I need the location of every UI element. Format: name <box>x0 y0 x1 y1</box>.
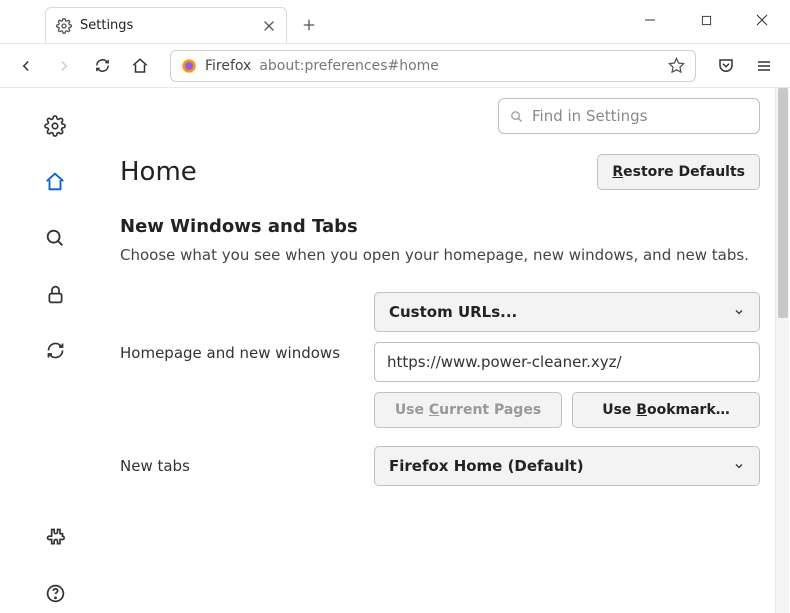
search-placeholder: Find in Settings <box>532 107 647 125</box>
page-title: Home <box>120 157 197 187</box>
forward-button[interactable] <box>48 50 80 82</box>
url-bar[interactable]: Firefox about:preferences#home <box>170 50 696 82</box>
firefox-icon <box>181 58 197 74</box>
sidebar <box>0 88 110 613</box>
url-path: about:preferences#home <box>259 58 439 74</box>
chevron-down-icon <box>733 460 745 472</box>
url-brand: Firefox <box>205 58 251 74</box>
sidebar-general[interactable] <box>35 106 75 146</box>
newtabs-select-value: Firefox Home (Default) <box>389 457 584 475</box>
search-input[interactable]: Find in Settings <box>498 98 760 134</box>
back-button[interactable] <box>10 50 42 82</box>
tab-title: Settings <box>80 18 254 33</box>
content-area: Find in Settings Home Restore Defaults N… <box>0 88 790 613</box>
newtabs-label: New tabs <box>120 457 354 475</box>
maximize-button[interactable] <box>678 0 734 40</box>
sidebar-help[interactable] <box>35 573 75 613</box>
window-controls <box>622 0 790 40</box>
sidebar-home[interactable] <box>35 162 75 202</box>
star-icon[interactable] <box>668 57 685 74</box>
sidebar-sync[interactable] <box>35 330 75 370</box>
scrollbar-thumb[interactable] <box>778 88 788 318</box>
main-panel: Find in Settings Home Restore Defaults N… <box>110 88 790 613</box>
menu-button[interactable] <box>748 50 780 82</box>
section-heading: New Windows and Tabs <box>120 216 760 237</box>
new-tab-button[interactable] <box>297 13 321 37</box>
homepage-label: Homepage and new windows <box>120 292 354 362</box>
newtabs-select[interactable]: Firefox Home (Default) <box>374 446 760 486</box>
restore-defaults-button[interactable]: Restore Defaults <box>597 154 760 190</box>
use-bookmark-button[interactable]: Use Bookmark… <box>572 392 760 428</box>
homepage-select[interactable]: Custom URLs... <box>374 292 760 332</box>
chevron-down-icon <box>733 306 745 318</box>
close-window-button[interactable] <box>734 0 790 40</box>
title-bar: Settings <box>0 0 790 44</box>
homepage-url-input[interactable] <box>374 342 760 382</box>
homepage-select-value: Custom URLs... <box>389 303 517 321</box>
gear-icon <box>56 18 72 34</box>
reload-button[interactable] <box>86 50 118 82</box>
home-button[interactable] <box>124 50 156 82</box>
sidebar-search[interactable] <box>35 218 75 258</box>
section-desc: Choose what you see when you open your h… <box>120 245 760 266</box>
minimize-button[interactable] <box>622 0 678 40</box>
close-icon[interactable] <box>262 19 276 33</box>
browser-tab[interactable]: Settings <box>45 7 287 43</box>
sidebar-privacy[interactable] <box>35 274 75 314</box>
use-current-pages-button[interactable]: Use Current Pages <box>374 392 562 428</box>
search-icon <box>509 109 524 124</box>
sidebar-extensions[interactable] <box>35 517 75 557</box>
toolbar: Firefox about:preferences#home <box>0 44 790 88</box>
scrollbar-track[interactable] <box>775 88 789 613</box>
pocket-button[interactable] <box>710 50 742 82</box>
